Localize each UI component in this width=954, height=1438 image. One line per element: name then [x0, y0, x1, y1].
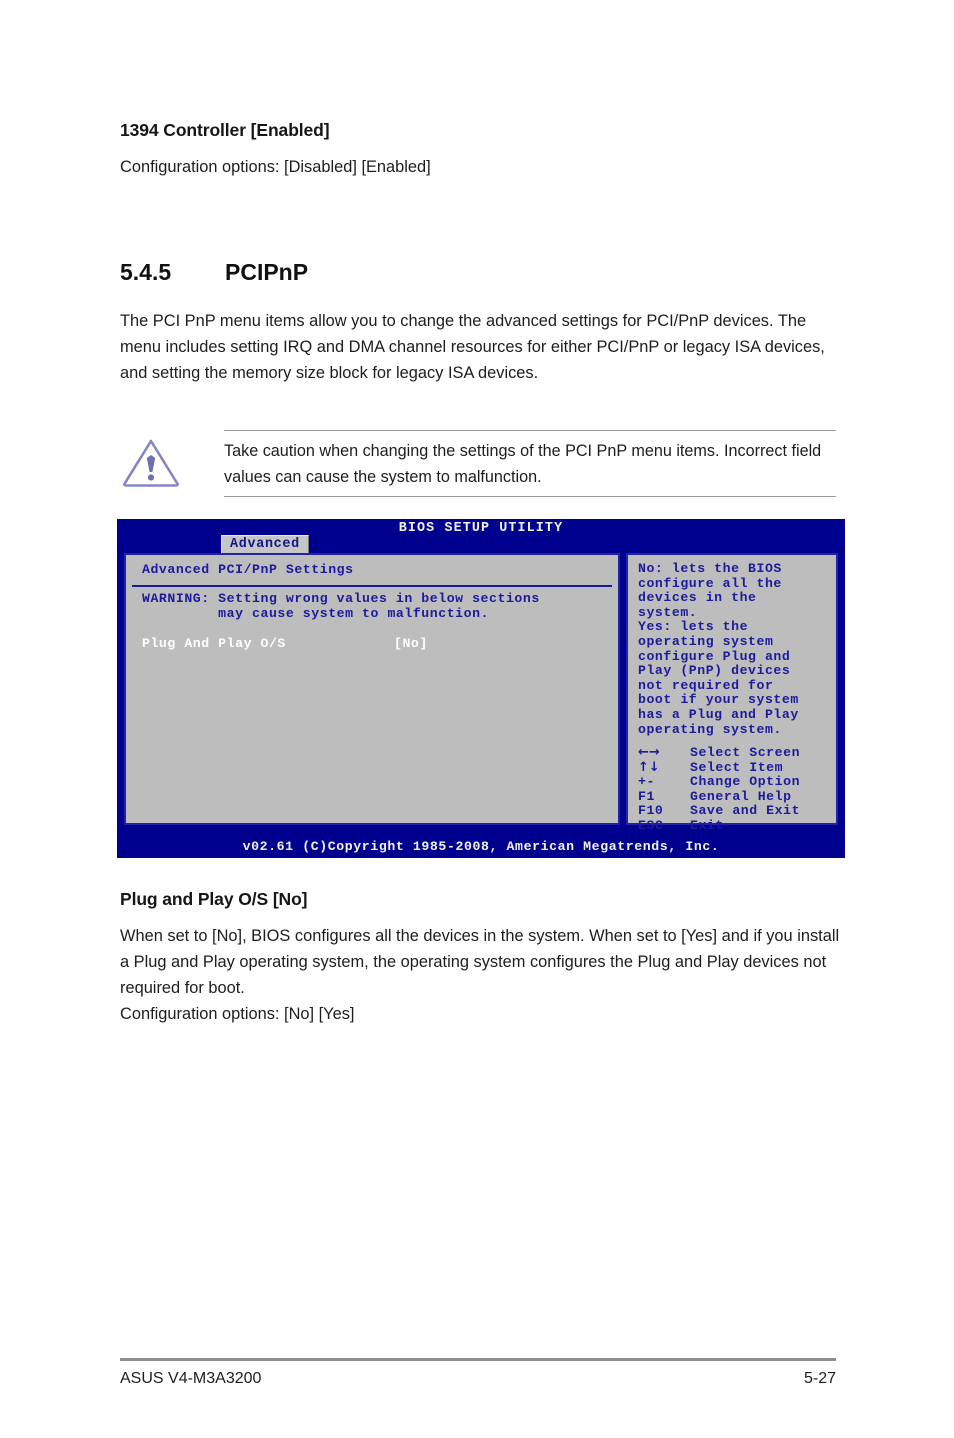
bios-warning-text: WARNING: Setting wrong values in below s…	[142, 591, 540, 621]
bios-key-name: F10	[638, 803, 664, 819]
section-title: PCIPnP	[225, 259, 309, 285]
bios-key-action: Save and Exit	[690, 803, 801, 819]
bios-setting-row-plug-and-play-os[interactable]: Plug And Play O/S [No]	[142, 636, 592, 652]
section-heading-1394-controller: 1394 Controller [Enabled]	[120, 120, 330, 140]
bios-warning-line-1: WARNING: Setting wrong values in below s…	[142, 591, 540, 606]
bios-setting-label: Plug And Play O/S	[142, 636, 286, 651]
caution-triangle-icon	[120, 436, 182, 488]
bios-setting-value[interactable]: [No]	[394, 636, 428, 651]
bios-tab-advanced[interactable]: Advanced	[221, 535, 309, 554]
bios-key-name: F1	[638, 788, 655, 804]
config-options-1394: Configuration options: [Disabled] [Enabl…	[120, 158, 431, 176]
manual-page: 1394 Controller [Enabled] Configuration …	[0, 0, 954, 1438]
footer-rule	[120, 1358, 836, 1361]
section-intro-paragraph: The PCI PnP menu items allow you to chan…	[120, 312, 825, 383]
bios-key-legend: ←→ Select Screen ↑↓ Select Item +- Change Opt…	[638, 745, 800, 833]
bios-key-name: ←→	[638, 745, 660, 760]
bios-key-row: F10 Save and Exit	[638, 803, 800, 818]
footer-page-number: 5-27	[803, 1370, 836, 1387]
caution-note-text: Take caution when changing the settings …	[224, 442, 822, 486]
bios-key-name: ESC	[638, 817, 664, 833]
section-heading-plug-and-play-os: Plug and Play O/S [No]	[120, 889, 308, 909]
bios-key-action: Exit	[690, 817, 724, 833]
bios-help-panel: No: lets the BIOS configure all the devi…	[626, 553, 838, 833]
bios-key-action: Select Item	[690, 759, 784, 775]
plug-and-play-os-paragraph: When set to [No], BIOS configures all th…	[120, 927, 840, 998]
note-rule-bottom	[224, 496, 836, 497]
bios-warning-line-2: may cause system to malfunction.	[142, 605, 490, 621]
bios-key-name: +-	[638, 774, 655, 790]
section-number: 5.4.5	[120, 259, 172, 285]
config-options-plug-and-play: Configuration options: [No] [Yes]	[120, 1005, 355, 1023]
bios-panel-heading: Advanced PCI/PnP Settings	[142, 562, 354, 577]
bios-key-row: ESC Exit	[638, 818, 800, 833]
bios-settings-panel: Advanced PCI/PnP Settings WARNING: Setti…	[124, 553, 620, 825]
bios-key-name: ↑↓	[638, 759, 660, 775]
bios-setup-screenshot: BIOS SETUP UTILITY Advanced Advanced PCI…	[117, 519, 845, 858]
bios-copyright: v02.61 (C)Copyright 1985-2008, American …	[242, 839, 720, 854]
bios-key-action: Select Screen	[690, 745, 801, 760]
bios-panel-divider	[132, 585, 612, 587]
bios-help-text: No: lets the BIOS configure all the devi…	[638, 561, 799, 737]
bios-key-row: F1 General Help	[638, 789, 800, 804]
bios-key-action: Change Option	[690, 774, 801, 790]
bios-key-row: ←→ Select Screen	[638, 745, 800, 760]
bios-key-row: +- Change Option	[638, 774, 800, 789]
caution-note: Take caution when changing the settings …	[120, 422, 836, 500]
bios-key-row: ↑↓ Select Item	[638, 760, 800, 775]
bios-title: BIOS SETUP UTILITY	[398, 521, 564, 536]
bios-key-action: General Help	[690, 788, 792, 804]
bios-body: Advanced PCI/PnP Settings WARNING: Setti…	[124, 553, 838, 833]
footer-product-name: ASUS V4-M3A3200	[120, 1370, 262, 1387]
note-rule-top	[224, 430, 836, 431]
